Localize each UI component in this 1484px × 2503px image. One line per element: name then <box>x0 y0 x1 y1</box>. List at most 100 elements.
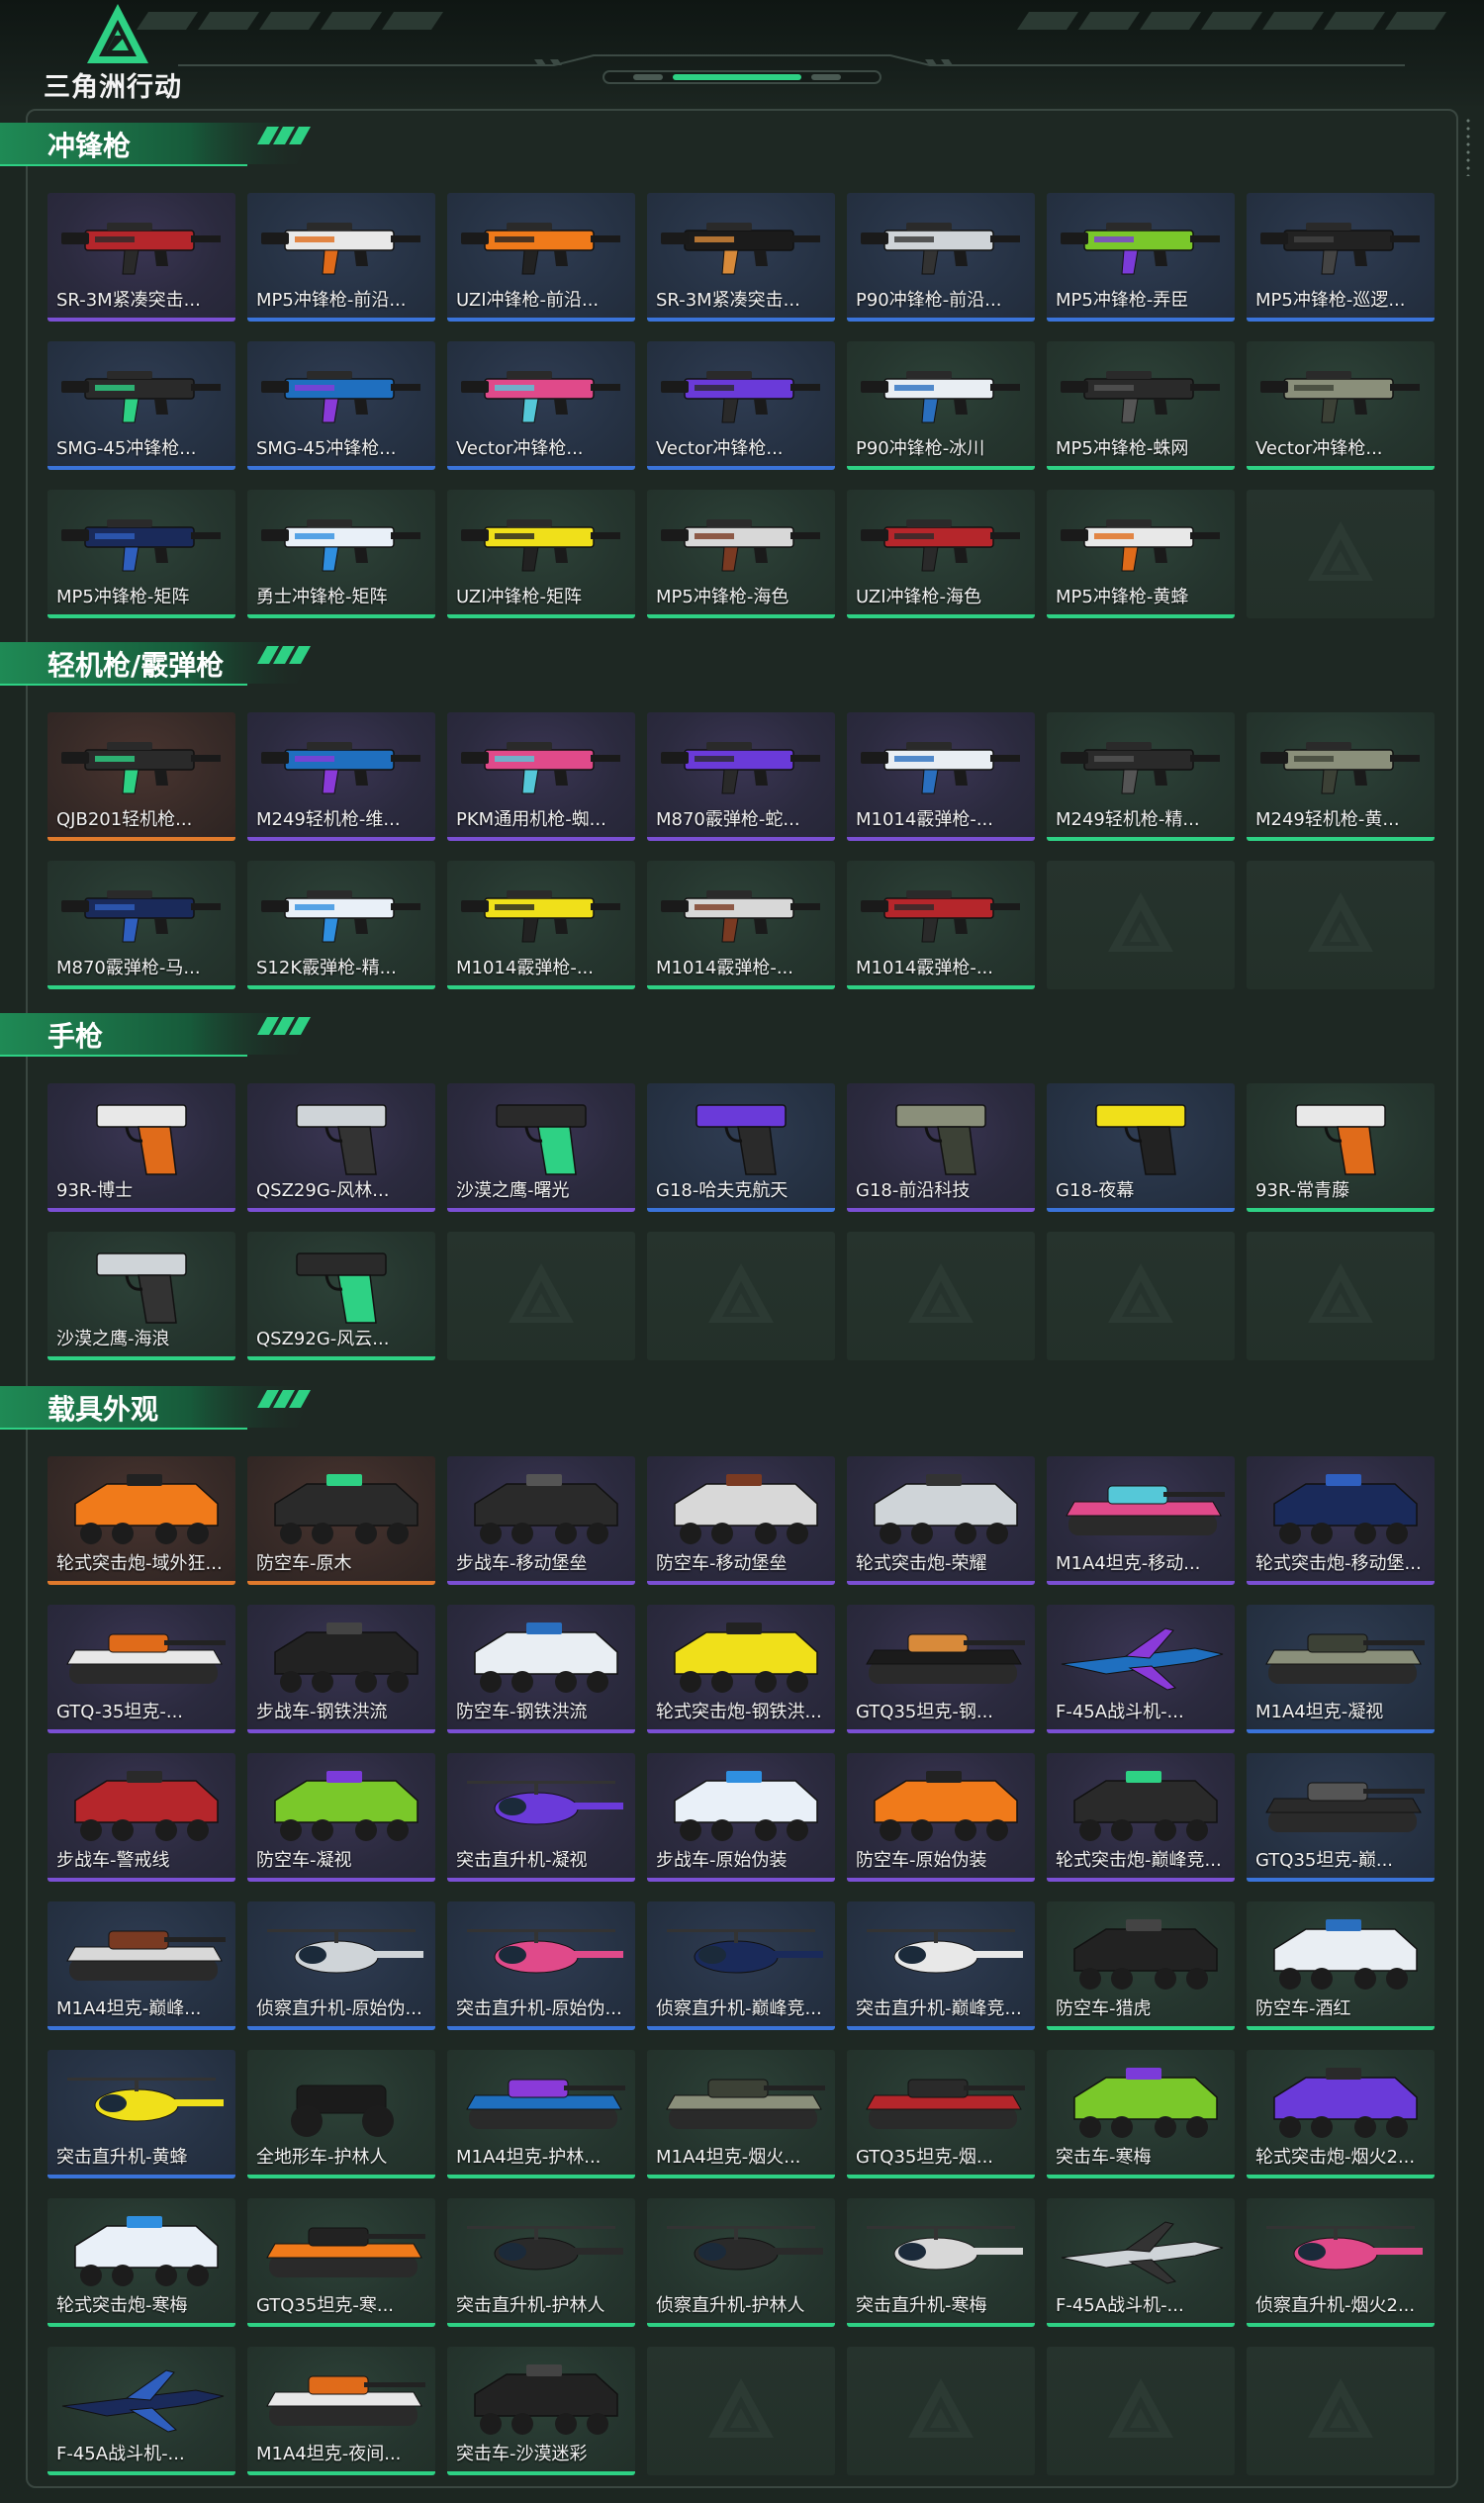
skin-card[interactable]: 轮式突击炮-移动堡... <box>1247 1456 1435 1585</box>
skin-card[interactable]: S12K霰弹枪-精... <box>247 861 435 989</box>
skin-card[interactable]: 轮式突击炮-域外狂... <box>47 1456 235 1585</box>
skin-card[interactable]: 突击直升机-凝视 <box>447 1753 635 1882</box>
skin-card[interactable]: M249轻机枪-精... <box>1047 712 1235 841</box>
skin-card[interactable]: GTQ35坦克-钢... <box>847 1605 1035 1733</box>
skin-card[interactable]: M1A4坦克-巅峰... <box>47 1901 235 2030</box>
skin-card[interactable]: Vector冲锋枪... <box>647 341 835 470</box>
skin-card-label: 侦察直升机-巅峰竞... <box>656 1998 822 2019</box>
skin-card[interactable]: QSZ92G-风云... <box>247 1232 435 1360</box>
skin-card[interactable]: M1A4坦克-烟火... <box>647 2050 835 2179</box>
skin-card[interactable]: 防空车-凝视 <box>247 1753 435 1882</box>
skin-card[interactable]: 步战车-原始伪装 <box>647 1753 835 1882</box>
skin-card[interactable]: MP5冲锋枪-黄蜂 <box>1047 490 1235 618</box>
skin-card[interactable]: M1A4坦克-护林... <box>447 2050 635 2179</box>
skin-card[interactable]: G18-前沿科技 <box>847 1083 1035 1212</box>
scroll-handle[interactable] <box>1465 117 1471 176</box>
skin-card[interactable]: 防空车-移动堡垒 <box>647 1456 835 1585</box>
skin-card[interactable]: M1014霰弹枪-... <box>847 712 1035 841</box>
skin-card[interactable]: 步战车-移动堡垒 <box>447 1456 635 1585</box>
skin-card[interactable]: M1A4坦克-夜间... <box>247 2347 435 2475</box>
skin-card[interactable]: QJB201轻机枪... <box>47 712 235 841</box>
skin-card[interactable]: GTQ35坦克-巅... <box>1247 1753 1435 1882</box>
skin-card[interactable]: 侦察直升机-烟火2... <box>1247 2198 1435 2327</box>
skin-card[interactable]: MP5冲锋枪-蛛网 <box>1047 341 1235 470</box>
skin-card[interactable]: SR-3M紧凑突击... <box>647 193 835 322</box>
skin-card[interactable]: M1A4坦克-凝视 <box>1247 1605 1435 1733</box>
skin-card[interactable]: SMG-45冲锋枪... <box>247 341 435 470</box>
skin-card[interactable]: 轮式突击炮-荣耀 <box>847 1456 1035 1585</box>
skin-card[interactable]: GTQ35坦克-烟... <box>847 2050 1035 2179</box>
skin-card[interactable]: 防空车-原始伪装 <box>847 1753 1035 1882</box>
skin-card[interactable]: QSZ29G-风林... <box>247 1083 435 1212</box>
skin-card[interactable]: MP5冲锋枪-海色 <box>647 490 835 618</box>
skin-card-label: 轮式突击炮-域外狂... <box>56 1553 223 1574</box>
skin-card[interactable]: M1014霰弹枪-... <box>847 861 1035 989</box>
skin-card[interactable]: GTQ35坦克-寒... <box>247 2198 435 2327</box>
vehicle-image <box>291 2085 394 2137</box>
skin-card[interactable]: 突击车-沙漠迷彩 <box>447 2347 635 2475</box>
skin-card[interactable]: 突击直升机-巅峰竞... <box>847 1901 1035 2030</box>
skin-card[interactable]: Vector冲锋枪... <box>1247 341 1435 470</box>
skin-card[interactable]: UZI冲锋枪-矩阵 <box>447 490 635 618</box>
placeholder-logo-icon <box>1108 1263 1173 1323</box>
skin-card[interactable]: Vector冲锋枪... <box>447 341 635 470</box>
skin-card[interactable]: 沙漠之鹰-曙光 <box>447 1083 635 1212</box>
skin-card-label: GTQ35坦克-巅... <box>1255 1850 1394 1871</box>
skin-card[interactable]: 沙漠之鹰-海浪 <box>47 1232 235 1360</box>
skin-card[interactable]: F-45A战斗机-... <box>1047 1605 1235 1733</box>
skin-card-label: SR-3M紧凑突击... <box>56 290 201 311</box>
skin-card[interactable]: M1014霰弹枪-... <box>647 861 835 989</box>
skin-card[interactable]: 轮式突击炮-钢铁洪... <box>647 1605 835 1733</box>
skin-card[interactable]: 轮式突击炮-巅峰竞... <box>1047 1753 1235 1882</box>
skin-card[interactable]: 步战车-钢铁洪流 <box>247 1605 435 1733</box>
vehicle-image <box>1273 1919 1418 1990</box>
skin-card-label: PKM通用机枪-蜘... <box>456 809 606 830</box>
skin-card[interactable]: 侦察直升机-巅峰竞... <box>647 1901 835 2030</box>
skin-card[interactable]: 93R-博士 <box>47 1083 235 1212</box>
skin-card[interactable]: UZI冲锋枪-前沿... <box>447 193 635 322</box>
skin-card[interactable]: F-45A战斗机-... <box>1047 2198 1235 2327</box>
skin-card[interactable]: 突击车-寒梅 <box>1047 2050 1235 2179</box>
skin-card[interactable]: PKM通用机枪-蜘... <box>447 712 635 841</box>
skin-card[interactable]: M249轻机枪-维... <box>247 712 435 841</box>
section-header: 载具外观 <box>0 1382 326 1434</box>
skin-card[interactable]: 防空车-钢铁洪流 <box>447 1605 635 1733</box>
weapon-image <box>461 742 620 794</box>
skin-card[interactable]: 侦察直升机-护林人 <box>647 2198 835 2327</box>
skin-card[interactable]: 防空车-猎虎 <box>1047 1901 1235 2030</box>
skin-card[interactable]: 侦察直升机-原始伪... <box>247 1901 435 2030</box>
skin-card[interactable]: GTQ-35坦克-... <box>47 1605 235 1733</box>
skin-card[interactable]: SMG-45冲锋枪... <box>47 341 235 470</box>
empty-slot <box>1247 490 1435 618</box>
skin-card[interactable]: F-45A战斗机-... <box>47 2347 235 2475</box>
skin-card[interactable]: 轮式突击炮-烟火2... <box>1247 2050 1435 2179</box>
skin-card[interactable]: 93R-常青藤 <box>1247 1083 1435 1212</box>
skin-card[interactable]: M870霰弹枪-蛇... <box>647 712 835 841</box>
skin-card[interactable]: P90冲锋枪-冰川 <box>847 341 1035 470</box>
skin-card[interactable]: G18-哈夫克航天 <box>647 1083 835 1212</box>
skin-card[interactable]: 步战车-警戒线 <box>47 1753 235 1882</box>
skin-card-label: 侦察直升机-烟火2... <box>1255 2295 1416 2316</box>
skin-card[interactable]: M1014霰弹枪-... <box>447 861 635 989</box>
skin-card[interactable]: G18-夜幕 <box>1047 1083 1235 1212</box>
skin-card[interactable]: MP5冲锋枪-矩阵 <box>47 490 235 618</box>
skin-card[interactable]: MP5冲锋枪-弄臣 <box>1047 193 1235 322</box>
skin-card[interactable]: 防空车-原木 <box>247 1456 435 1585</box>
skin-card[interactable]: M1A4坦克-移动... <box>1047 1456 1235 1585</box>
skin-card[interactable]: 突击直升机-原始伪... <box>447 1901 635 2030</box>
skin-card[interactable]: MP5冲锋枪-巡逻... <box>1247 193 1435 322</box>
skin-card[interactable]: M870霰弹枪-马... <box>47 861 235 989</box>
skin-card[interactable]: 防空车-酒红 <box>1247 1901 1435 2030</box>
skin-card[interactable]: 轮式突击炮-寒梅 <box>47 2198 235 2327</box>
skin-card[interactable]: 勇士冲锋枪-矩阵 <box>247 490 435 618</box>
skin-card[interactable]: 突击直升机-寒梅 <box>847 2198 1035 2327</box>
vehicle-image <box>474 1474 618 1544</box>
skin-card[interactable]: MP5冲锋枪-前沿... <box>247 193 435 322</box>
skin-card[interactable]: 突击直升机-黄蜂 <box>47 2050 235 2179</box>
skin-card[interactable]: P90冲锋枪-前沿... <box>847 193 1035 322</box>
skin-card[interactable]: 突击直升机-护林人 <box>447 2198 635 2327</box>
skin-card[interactable]: M249轻机枪-黄... <box>1247 712 1435 841</box>
skin-card[interactable]: UZI冲锋枪-海色 <box>847 490 1035 618</box>
skin-card[interactable]: 全地形车-护林人 <box>247 2050 435 2179</box>
skin-card[interactable]: SR-3M紧凑突击... <box>47 193 235 322</box>
